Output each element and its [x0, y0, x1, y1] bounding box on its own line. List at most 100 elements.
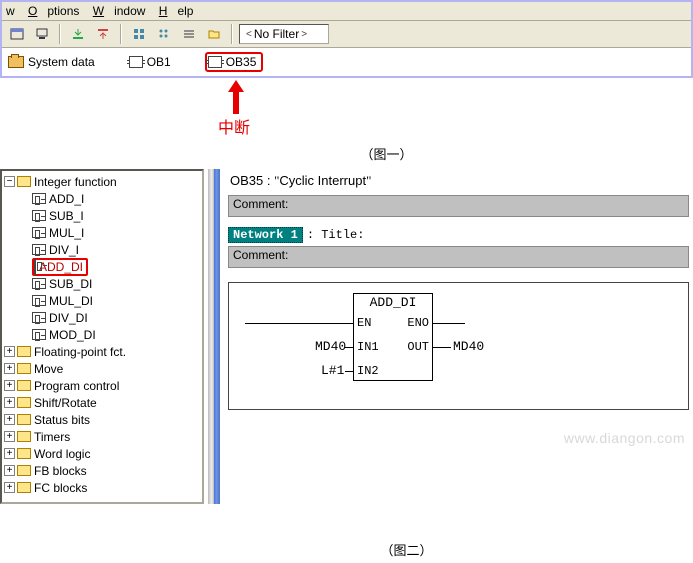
menu-item-options[interactable]: Options: [28, 4, 79, 18]
folder-icon: [17, 380, 31, 391]
expand-icon[interactable]: +: [4, 482, 15, 493]
expand-icon[interactable]: +: [4, 346, 15, 357]
wire: [345, 347, 353, 348]
object-list: System data OB1 OB35: [2, 48, 691, 76]
ob35-label: OB35: [226, 55, 257, 69]
folder-icon: [17, 397, 31, 408]
tree-item[interactable]: SUB_DI: [4, 275, 202, 292]
toolbar-btn-1[interactable]: [6, 23, 28, 45]
tree-cat-shift-rotate[interactable]: +Shift/Rotate: [4, 394, 202, 411]
tree-item[interactable]: MUL_I: [4, 224, 202, 241]
upload-icon: [96, 27, 110, 41]
annotation: 中断: [0, 78, 693, 138]
wire: [433, 323, 465, 324]
tree-item[interactable]: DIV_DI: [4, 309, 202, 326]
operand-in1[interactable]: MD40: [315, 339, 346, 354]
toolbar-separator: [231, 24, 233, 44]
tree-cat-program-control[interactable]: +Program control: [4, 377, 202, 394]
download-button[interactable]: [67, 23, 89, 45]
operand-in2[interactable]: L#1: [321, 363, 344, 378]
tree-cat-fc-blocks[interactable]: +FC blocks: [4, 479, 202, 496]
ladder-icon: [32, 227, 46, 238]
upload-button[interactable]: [92, 23, 114, 45]
ladder-icon: [32, 329, 46, 340]
folder-icon: [17, 465, 31, 476]
ladder-icon: [32, 244, 46, 255]
figure-2-caption: （图二）: [120, 540, 693, 559]
pin-en: EN: [357, 316, 371, 330]
tree-cat-word-logic[interactable]: +Word logic: [4, 445, 202, 462]
tree-root-integer[interactable]: − Integer function: [4, 173, 202, 190]
block-name: ADD_DI: [354, 294, 432, 310]
fbd-block: ADD_DI EN ENO IN1 OUT IN2 MD40 L#1 MD40: [245, 293, 678, 393]
expand-icon[interactable]: +: [4, 397, 15, 408]
ladder-editor: OB35 : "Cyclic Interrupt" Comment: Netwo…: [224, 169, 693, 410]
operand-out[interactable]: MD40: [453, 339, 484, 354]
briefcase-icon: [8, 56, 24, 68]
ladder-icon: [32, 210, 46, 221]
menu-bar: w Options Window Help: [2, 2, 691, 21]
watermark: www.diangon.com: [564, 430, 685, 446]
ob1-item[interactable]: OB1: [129, 55, 171, 69]
expand-icon[interactable]: +: [4, 414, 15, 425]
tree-root-label: Integer function: [34, 175, 117, 189]
folder-icon: [207, 27, 221, 41]
menu-item-w[interactable]: w: [6, 4, 15, 18]
tree-item-add-di[interactable]: ADD_DI: [4, 258, 202, 275]
collapse-icon[interactable]: −: [4, 176, 15, 187]
tree-item[interactable]: SUB_I: [4, 207, 202, 224]
tree-cat-fb-blocks[interactable]: +FB blocks: [4, 462, 202, 479]
wire: [345, 371, 353, 372]
pin-out: OUT: [407, 340, 429, 354]
tree-item[interactable]: MOD_DI: [4, 326, 202, 343]
expand-icon[interactable]: +: [4, 465, 15, 476]
expand-icon[interactable]: +: [4, 380, 15, 391]
arrow-up-icon: [228, 80, 244, 114]
toolbar-separator: [59, 24, 61, 44]
system-data-label: System data: [28, 55, 95, 69]
tree-cat-floating[interactable]: +Floating-point fct.: [4, 343, 202, 360]
ob35-item[interactable]: OB35: [205, 52, 264, 72]
network-title[interactable]: : Title:: [307, 228, 365, 242]
folder-icon: [17, 482, 31, 493]
tree-cat-status-bits[interactable]: +Status bits: [4, 411, 202, 428]
ladder-icon: [34, 259, 36, 275]
toolbar-btn-2[interactable]: [31, 23, 53, 45]
filter-field-text: No Filter: [254, 27, 299, 41]
window-icon: [10, 27, 24, 41]
figure-1-caption: （图一）: [80, 144, 693, 163]
network-body[interactable]: ADD_DI EN ENO IN1 OUT IN2 MD40 L#1 MD40: [228, 282, 689, 410]
filter-field[interactable]: < No Filter >: [239, 24, 329, 44]
splitter[interactable]: [208, 169, 220, 504]
download-icon: [71, 27, 85, 41]
tree-item[interactable]: ADD_I: [4, 190, 202, 207]
pc-icon: [35, 27, 49, 41]
network-label[interactable]: Network 1: [228, 227, 303, 243]
block-icon: [208, 56, 222, 68]
tree-item[interactable]: MUL_DI: [4, 292, 202, 309]
tree-item[interactable]: DIV_I: [4, 241, 202, 258]
add-di-block[interactable]: ADD_DI EN ENO IN1 OUT IN2: [353, 293, 433, 381]
editor-layout: − Integer function ADD_I SUB_I MUL_I DIV…: [0, 169, 693, 504]
tree-cat-timers[interactable]: +Timers: [4, 428, 202, 445]
expand-icon[interactable]: +: [4, 431, 15, 442]
application-window: w Options Window Help: [0, 0, 693, 78]
list-view-button[interactable]: [128, 23, 150, 45]
tree-cat-move[interactable]: +Move: [4, 360, 202, 377]
folder-view-button[interactable]: [203, 23, 225, 45]
menu-item-window[interactable]: Window: [93, 4, 146, 18]
folder-icon: [17, 176, 31, 187]
details-icon: [182, 27, 196, 41]
menu-item-help[interactable]: Help: [159, 4, 194, 18]
comment-field[interactable]: Comment:: [228, 195, 689, 217]
toolbar: < No Filter >: [2, 21, 691, 48]
network-comment-field[interactable]: Comment:: [228, 246, 689, 268]
ladder-icon: [32, 295, 46, 306]
details-view-button[interactable]: [178, 23, 200, 45]
system-data-item[interactable]: System data: [8, 55, 95, 69]
expand-icon[interactable]: +: [4, 448, 15, 459]
pin-eno: ENO: [407, 316, 429, 330]
small-icons-button[interactable]: [153, 23, 175, 45]
list-small-icon: [157, 27, 171, 41]
expand-icon[interactable]: +: [4, 363, 15, 374]
